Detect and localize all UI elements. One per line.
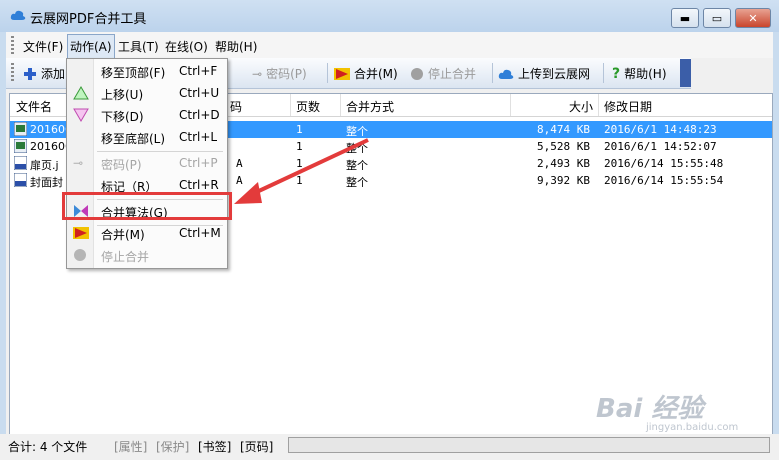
app-window: 云展网PDF合并工具 ▬ ▭ ✕ 文件(F) 动作(A) 工具(T) 在线(O)… — [0, 0, 779, 460]
watermark-logo: Bai 经验 — [596, 394, 704, 424]
watermark-url: jingyan.baidu.com — [646, 422, 739, 433]
